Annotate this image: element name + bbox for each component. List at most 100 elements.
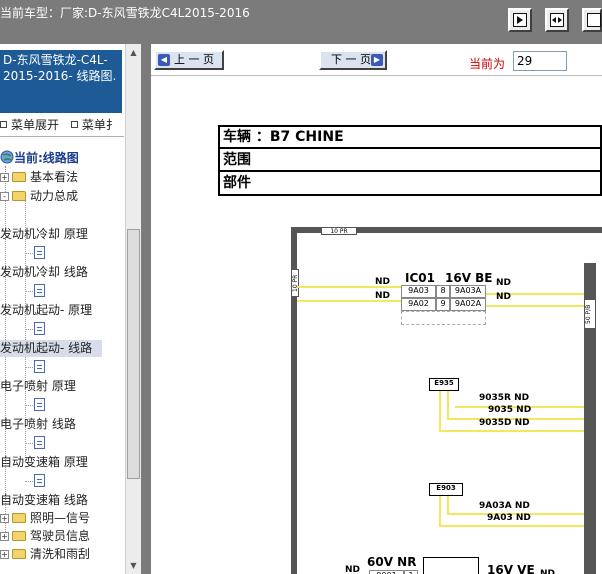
wire-label: 9035R ND [479,393,530,403]
prev-page-button[interactable]: ◀ 上 一 页 [154,50,224,70]
wire-label: ND [540,569,556,574]
square-icon [0,121,7,128]
arrow-right-icon: ▶ [371,54,383,66]
wire [439,391,441,431]
folder-icon [12,172,26,182]
wire-label: ND [345,565,361,574]
doc-icon [34,397,45,414]
tree-item-engine-start-wiring[interactable]: 发动机起动- 线路 [0,340,102,357]
wiring-diagram: 10 PR 10 PR 50 P/B ND ND IC01 16V BE 9A0… [291,227,602,574]
scroll-up-icon[interactable]: ▲ [128,47,139,58]
tree-guide-line [25,405,33,406]
wire [447,391,449,419]
tree-item-efi-principle[interactable]: 电子喷射 原理 [0,378,76,395]
folder-open-icon [12,191,26,201]
fullscreen-button[interactable] [582,8,602,32]
conn-cell: 9A02 [401,298,436,311]
tree-guide-line [25,367,33,368]
page-nav-bar: ◀ 上 一 页 下 一 页 ▶ 当前为 29 [151,44,602,76]
wire-label: 9A03 ND [487,513,531,523]
expand-icon[interactable]: + [0,550,9,559]
vehicle-info-table: 车辆 ：B7 CHINE 范围 部件 [218,125,602,196]
fullscreen-icon [587,13,601,27]
wire-label: ND [496,292,512,302]
next-page-button[interactable]: 下 一 页 ▶ [319,50,387,70]
scroll-down-icon[interactable]: ▼ [128,560,139,571]
tree-item-engine-cooling-wiring[interactable]: 发动机冷却 线路 [0,264,88,281]
tree-item-label: 发动机冷却 线路 [0,265,88,279]
doc-icon [34,435,45,452]
tree-folder-label: 基本看法 [30,170,79,184]
window-title: 当前车型：厂家:D-东风雪铁龙C4L2015-2016 [0,6,250,20]
tree-item-label: 发动机起动- 线路 [0,341,93,355]
wire [447,496,449,514]
expand-menu-label: 菜单展开 [11,118,60,132]
fit-page-icon [513,13,527,27]
conn-cell: 9A02A [450,298,486,311]
tree-folder-label: 清洗和雨刮 [30,547,91,561]
title-bar: 当前车型：厂家:D-东风雪铁龙C4L2015-2016 [0,0,602,44]
fuse-right-tag: 50 P/B [584,299,596,329]
wire-label: 9A03A ND [479,501,530,511]
fit-width-icon [550,13,564,27]
component-e903: E903 [429,483,463,496]
tree-folder-label: 驾驶员信息 [30,529,91,543]
connector-ic01: IC01 [405,271,435,285]
conn-cell: 9001 [369,570,404,574]
tree-item-label: 发动机起动- 原理 [0,303,93,317]
part-line: 部件 [223,175,251,191]
panel-splitter[interactable] [141,44,151,574]
tree-folder-powertrain[interactable]: - 动力总成 [0,188,78,205]
tree-folder-driver-info[interactable]: + 驾驶员信息 [0,528,90,545]
collapse-menu-button[interactable]: 菜单扌 [70,116,118,133]
folder-icon [12,513,26,523]
next-page-label: 下 一 页 [331,53,371,66]
tree-guide-line [25,253,33,254]
tree-item-efi-wiring[interactable]: 电子喷射 线路 [0,416,76,433]
wire-label: 9035D ND [479,418,530,428]
conn-cell: 1 [404,570,418,574]
collapse-icon[interactable]: - [0,192,9,201]
fit-width-button[interactable] [545,8,569,32]
wire-label: 9035 ND [488,405,532,415]
arrow-left-icon: ◀ [158,54,170,66]
tree-folder-basic[interactable]: + 基本看法 [0,169,78,186]
expand-menu-button[interactable]: 菜单展开 [0,116,59,133]
expand-icon[interactable]: + [0,514,9,523]
wire-label: ND [375,291,391,301]
expand-icon[interactable]: + [0,173,9,182]
doc-icon [34,245,45,262]
current-page-label: 当前为 [469,57,506,71]
tree-folder-lighting[interactable]: + 照明—信号 [0,510,90,527]
divider [0,136,124,137]
conn-cell: 9A03A [450,285,486,298]
expand-icon[interactable]: + [0,532,9,541]
conn-cell: 9 [436,298,450,311]
current-page-input[interactable]: 29 [513,51,567,71]
tree-root-current[interactable]: 当前:线路图 [0,150,79,167]
tree-folder-wash-wipe[interactable]: + 清洗和雨刮 [0,546,90,563]
connector-16v-ve: 16V VE [487,563,535,574]
conn-cell: 8 [436,285,450,298]
globe-icon [0,150,14,164]
tree-item-engine-start-principle[interactable]: 发动机起动- 原理 [0,302,92,319]
tree-folder-label: 动力总成 [30,189,79,203]
vehicle-line: 车辆 ：B7 CHINE [220,127,600,149]
component-e935: E935 [429,378,459,391]
tree-item-label: 发动机冷却 原理 [0,227,88,241]
tree-guide-line [25,329,33,330]
scope-line: 范围 [220,150,600,172]
wire [439,525,584,527]
fit-page-button[interactable] [508,8,532,32]
connector-color: 16V BE [445,271,493,285]
scrollbar-thumb[interactable] [127,229,140,479]
tree-item-auto-trans-wiring[interactable]: 自动变速箱 线路 [0,492,88,509]
wire [486,305,584,307]
tree-item-auto-trans-principle[interactable]: 自动变速箱 原理 [0,454,88,471]
folder-icon [12,531,26,541]
sidebar-scrollbar[interactable]: ▲ ▼ [125,44,141,574]
tree-item-engine-cooling-principle[interactable]: 发动机冷却 原理 [0,226,88,243]
doc-icon [34,359,45,376]
sidebar-title: D-东风雪铁龙-C4L-2015-2016- 线路图. [0,50,122,113]
tree-item-label: 电子喷射 线路 [0,417,76,431]
